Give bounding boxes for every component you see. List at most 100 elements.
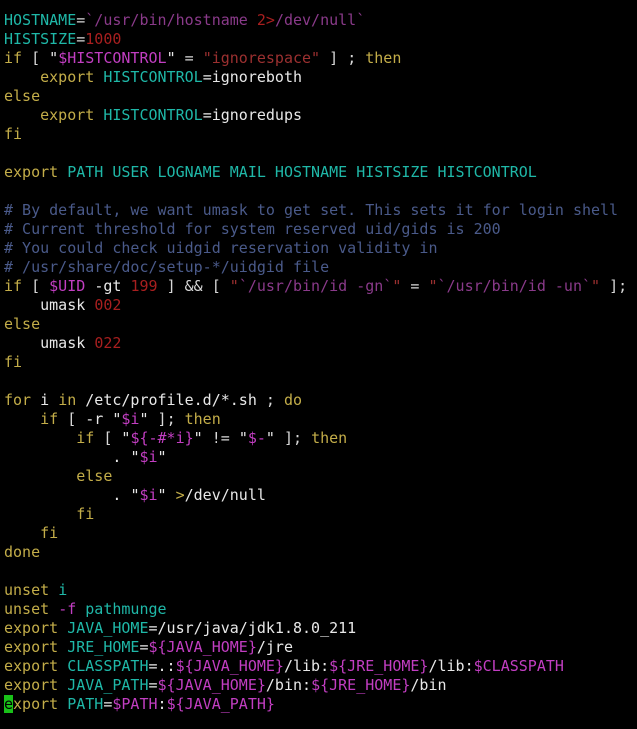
terminal-line: if [ $UID -gt 199 ] && [ "`/usr/bin/id -… bbox=[4, 277, 637, 296]
terminal-line: # Current threshold for system reserved … bbox=[4, 220, 637, 239]
terminal-line: HOSTNAME=`/usr/bin/hostname 2>/dev/null` bbox=[4, 11, 637, 30]
terminal-token: ${JAVA_PATH} bbox=[166, 695, 275, 713]
terminal-token: = bbox=[139, 638, 149, 656]
terminal-token: ] bbox=[166, 277, 176, 295]
terminal-token: ; bbox=[293, 429, 303, 447]
terminal-token: [ bbox=[67, 410, 77, 428]
terminal-token: /bin: bbox=[265, 676, 312, 694]
terminal-token: pathmunge bbox=[85, 600, 167, 618]
terminal-token: = bbox=[184, 49, 194, 67]
terminal-line: if [ -r "$i" ]; then bbox=[4, 410, 637, 429]
terminal-token: export bbox=[4, 657, 59, 675]
terminal-token: ${JRE_HOME} bbox=[329, 657, 429, 675]
terminal-token: if bbox=[40, 410, 59, 428]
terminal-token: ] bbox=[609, 277, 619, 295]
terminal-token: export bbox=[4, 163, 59, 181]
terminal-token: " bbox=[157, 448, 167, 466]
terminal-token: JRE_HOME bbox=[67, 638, 140, 656]
terminal-token: export bbox=[40, 68, 95, 86]
terminal-line: for i in /etc/profile.d/*.sh ; do bbox=[4, 391, 637, 410]
terminal-token: in bbox=[58, 391, 77, 409]
terminal-token: $- bbox=[247, 429, 266, 447]
terminal-token: # You could check uidgid reservation val… bbox=[4, 239, 438, 257]
terminal-token: -r bbox=[85, 410, 104, 428]
terminal-token: else bbox=[76, 467, 113, 485]
terminal-token: PATH USER LOGNAME MAIL HOSTNAME HISTSIZE… bbox=[67, 163, 537, 181]
terminal-token: $i bbox=[139, 448, 158, 466]
terminal-line: export CLASSPATH=.:${JAVA_HOME}/lib:${JR… bbox=[4, 657, 637, 676]
terminal-token: -gt bbox=[94, 277, 122, 295]
terminal-token: PATH bbox=[67, 695, 104, 713]
terminal-token: /etc/profile.d/*.sh bbox=[85, 391, 257, 409]
terminal-token: " bbox=[229, 277, 239, 295]
terminal-screen[interactable]: HOSTNAME=`/usr/bin/hostname 2>/dev/null`… bbox=[0, 0, 637, 729]
terminal-token: 199 bbox=[130, 277, 158, 295]
terminal-token: HOSTNAME bbox=[4, 11, 77, 29]
terminal-line: export JAVA_PATH=${JAVA_HOME}/bin:${JRE_… bbox=[4, 676, 637, 695]
terminal-line: umask 002 bbox=[4, 296, 637, 315]
terminal-token: 1000 bbox=[85, 30, 122, 48]
terminal-line: umask 022 bbox=[4, 334, 637, 353]
terminal-token: fi bbox=[4, 353, 23, 371]
terminal-line: # /usr/share/doc/setup-*/uidgid file bbox=[4, 258, 637, 277]
terminal-token: if bbox=[76, 429, 95, 447]
terminal-token: =ignoredups bbox=[202, 106, 303, 124]
terminal-token: " bbox=[238, 429, 248, 447]
terminal-token: ; bbox=[265, 391, 275, 409]
terminal-token: /bin bbox=[410, 676, 447, 694]
terminal-line: unset i bbox=[4, 581, 637, 600]
terminal-line: fi bbox=[4, 125, 637, 144]
terminal-token: ] bbox=[329, 49, 339, 67]
terminal-token: > bbox=[265, 11, 275, 29]
terminal-line: if [ "${-#*i}" != "$-" ]; then bbox=[4, 429, 637, 448]
terminal-token: unset bbox=[4, 600, 50, 618]
terminal-token: $HISTCONTROL bbox=[58, 49, 167, 67]
terminal-line: else bbox=[4, 87, 637, 106]
terminal-token: xport bbox=[13, 695, 59, 713]
terminal-token: ; bbox=[347, 49, 357, 67]
terminal-cursor: e bbox=[4, 695, 14, 713]
terminal-token: ; bbox=[166, 410, 176, 428]
terminal-line: export HISTCONTROL=ignoreboth bbox=[4, 68, 637, 87]
terminal-token: = bbox=[148, 676, 158, 694]
terminal-token: $PATH bbox=[112, 695, 158, 713]
terminal-line: # By default, we want umask to get set. … bbox=[4, 201, 637, 220]
terminal-token: unset bbox=[4, 581, 50, 599]
terminal-token: fi bbox=[4, 125, 23, 143]
terminal-token: != bbox=[211, 429, 230, 447]
terminal-token: " bbox=[157, 486, 167, 504]
terminal-token: /lib: bbox=[428, 657, 474, 675]
terminal-token: HISTSIZE bbox=[4, 30, 77, 48]
terminal-token: /lib: bbox=[283, 657, 330, 675]
terminal-token: export bbox=[4, 619, 59, 637]
